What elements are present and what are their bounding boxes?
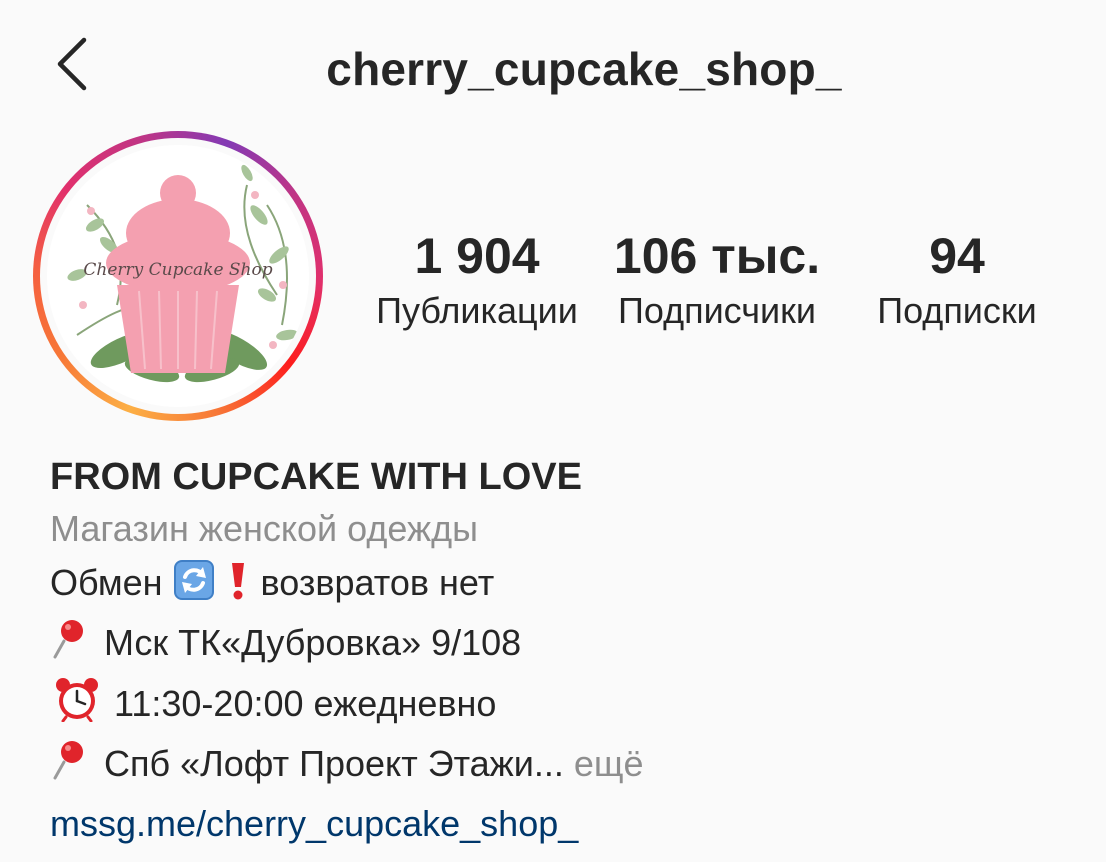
posts-label: Публикации	[376, 290, 578, 331]
profile-username: cherry_cupcake_shop_	[326, 43, 842, 95]
stat-posts[interactable]: 1 904 Публикации	[364, 228, 590, 336]
cupcake-logo-image: Cherry Cupcake Shop	[67, 164, 298, 383]
followers-count: 106 тыс.	[613, 228, 821, 284]
round-pushpin-icon	[50, 738, 94, 797]
profile-bio: FROM CUPCAKE WITH LOVE Магазин женской о…	[50, 452, 1070, 851]
bio-display-name: FROM CUPCAKE WITH LOVE	[50, 456, 582, 498]
bio-no-returns-text: возвратов нет	[260, 562, 495, 603]
profile-avatar[interactable]: Cherry Cupcake Shop	[33, 131, 323, 421]
bio-exchange-text: Обмен	[50, 562, 163, 603]
profile-page: cherry_cupcake_shop_ Cherry Cupcake Shop…	[0, 0, 1106, 862]
round-pushpin-icon	[50, 617, 94, 676]
bio-line-moscow: Мск ТК«Дубровка» 9/108	[50, 616, 1070, 676]
arrows-counterclockwise-icon	[173, 559, 215, 616]
following-label: Подписки	[877, 290, 1037, 331]
bio-category: Магазин женской одежды	[50, 508, 478, 549]
bio-hours-text: 11:30-20:00 ежедневно	[114, 683, 497, 724]
followers-label: Подписчики	[617, 290, 817, 331]
logo-text: Cherry Cupcake Shop	[83, 260, 272, 280]
bio-line-hours: 11:30-20:00 ежедневно	[50, 676, 1070, 737]
red-exclamation-icon	[225, 559, 251, 616]
bio-moscow-text: Мск ТК«Дубровка» 9/108	[104, 622, 522, 663]
posts-count: 1 904	[414, 228, 540, 284]
following-count: 94	[929, 228, 985, 284]
bio-website-link[interactable]: mssg.me/cherry_cupcake_shop_	[50, 797, 1070, 851]
alarm-clock-icon	[50, 676, 104, 737]
bio-line-exchange: Обмен возвратов нет	[50, 556, 1070, 616]
bio-line-spb: Спб «Лофт Проект Этажи... ещё	[50, 737, 1070, 797]
stat-following[interactable]: 94 Подписки	[850, 228, 1064, 336]
stat-followers[interactable]: 106 тыс. Подписчики	[604, 228, 830, 336]
bio-spb-text: Спб «Лофт Проект Этажи...	[104, 743, 564, 784]
bio-more-link[interactable]: ещё	[574, 743, 644, 784]
